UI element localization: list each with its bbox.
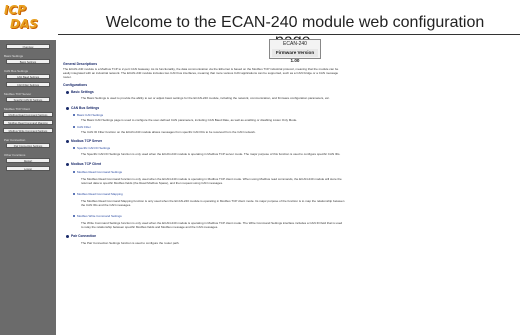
modbus-write-command-link[interactable]: Modbus Write Command Settings	[77, 214, 122, 218]
specific-can-id-desc: The Specific CAN ID Settings function is…	[81, 152, 341, 156]
can-bus-settings-heading: CAN Bus Settings	[71, 106, 100, 110]
sub-bullet-icon	[73, 171, 75, 173]
header-divider	[58, 34, 520, 35]
pair-connection-heading: Pair Connection	[71, 234, 97, 238]
modbus-tcp-server-heading: Modbus TCP Server	[71, 139, 103, 143]
sub-bullet-icon	[73, 215, 75, 217]
modbus-read-command-button[interactable]: Modbus Read Command Settings	[3, 112, 53, 117]
sub-bullet-icon	[73, 126, 75, 128]
sub-bullet-icon	[73, 193, 75, 195]
modbus-read-command-link[interactable]: Modbus Read Command Settings	[77, 170, 122, 174]
configurations-title: Configurations	[63, 83, 88, 87]
bullet-icon	[66, 140, 69, 143]
specific-can-id-button[interactable]: Specific CAN ID Settings	[6, 97, 50, 102]
write-command-desc-line-2: to relay the relationship between specif…	[81, 225, 219, 229]
pair-connection-button[interactable]: Pair Connection Settings	[6, 143, 50, 148]
section-pair-connection: Pair Connection	[4, 138, 26, 142]
basic-settings-desc: The Basic Settings is used to provide th…	[81, 96, 330, 100]
bullet-icon	[66, 163, 69, 166]
read-mapping-desc-line-2: the CAN IDs and the CAN messages.	[81, 203, 132, 207]
can-filter-desc: The CAN ID Filter function on the ECAN-2…	[81, 130, 256, 134]
welcome-title: Welcome to the ECAN-240 module web confi…	[105, 14, 485, 49]
can-baud-settings-button[interactable]: CAN Baud Settings	[6, 74, 50, 79]
logo-text-bottom: DAS	[10, 17, 38, 31]
read-command-desc-line-2: returned data to specific Modbus fields …	[81, 181, 223, 185]
general-desc-line-3: router.	[63, 75, 72, 79]
firmware-version: Firmware Version 1.00	[272, 49, 318, 63]
basic-settings-heading: Basic Settings	[71, 90, 94, 94]
can-filter-link[interactable]: CAN Filter	[77, 125, 91, 129]
general-desc-line-2: easily integrated with an industrial net…	[63, 71, 339, 75]
basic-can-settings-link[interactable]: Basic CAN Settings	[77, 113, 103, 117]
module-name: ECAN-240	[283, 41, 307, 47]
section-modbus-tcp-client: Modbus TCP Client	[4, 107, 30, 111]
sub-bullet-icon	[73, 114, 75, 116]
section-modbus-tcp-server: Modbus TCP Server	[4, 92, 32, 96]
module-info-box: ECAN-240 Firmware Version 1.00	[269, 39, 321, 63]
can-filter-settings-button[interactable]: CAN Filter Settings	[6, 82, 50, 87]
logo-text-top: ICP	[4, 3, 27, 17]
logout-button[interactable]: Logout	[6, 166, 50, 171]
pair-connection-desc: The Pair Connection Settings function is…	[81, 241, 180, 245]
bullet-icon	[66, 107, 69, 110]
section-basic-settings: Basic Settings	[4, 54, 24, 58]
bullet-icon	[66, 235, 69, 238]
general-descriptions-title: General Descriptions	[63, 62, 98, 66]
specific-can-id-link[interactable]: Specific CAN ID Settings	[77, 146, 110, 150]
basic-can-settings-desc: The Basic CAN Settings page is used to c…	[81, 118, 298, 122]
main-content: ECAN-240 Firmware Version 1.00 General D…	[60, 38, 522, 335]
restart-button[interactable]: Restart	[6, 158, 50, 163]
modbus-write-command-button[interactable]: Modbus Write Command Settings	[3, 128, 53, 133]
modbus-read-mapping-button[interactable]: Modbus Read Command Mapping	[3, 120, 53, 125]
sidebar: Overview Basic Settings Basic Settings C…	[0, 40, 56, 335]
modbus-tcp-client-heading: Modbus TCP Client	[71, 162, 102, 166]
icpdas-logo: ICP DAS	[4, 3, 42, 33]
section-other-functions: Other Functions	[4, 153, 26, 157]
sub-bullet-icon	[73, 147, 75, 149]
modbus-read-mapping-link[interactable]: Modbus Read Command Mapping	[77, 192, 123, 196]
basic-settings-button[interactable]: Basic Settings	[6, 59, 50, 64]
section-can-bus-settings: CAN Bus Settings	[4, 69, 29, 73]
bullet-icon	[66, 91, 69, 94]
overview-button[interactable]: Overview	[6, 44, 50, 49]
